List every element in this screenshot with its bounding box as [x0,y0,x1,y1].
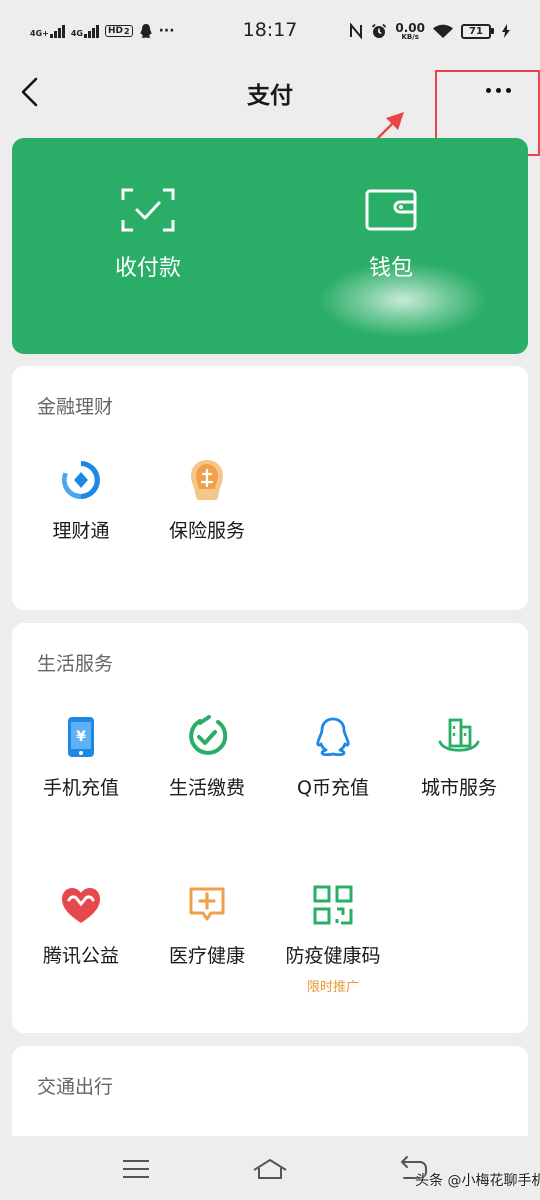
navigation-bar: 支付 [0,62,540,122]
medical-label: 医疗健康 [168,945,245,967]
back-button[interactable] [14,74,50,110]
charity-item[interactable]: 腾讯公益 [18,883,144,968]
home-icon [253,1159,287,1179]
hd-number: 2 [124,26,130,36]
licaitong-icon [61,461,100,500]
home-button[interactable] [250,1154,290,1184]
utility-payment-item[interactable]: 生活缴费 [144,715,270,800]
battery-icon: 71 [461,23,494,39]
city-service-label: 城市服务 [420,777,497,799]
licaitong-label: 理财通 [52,520,110,542]
speed-value: 0.00 [395,20,425,35]
wallet-button[interactable]: 钱包 [291,188,491,282]
phone-recharge-icon: ¥ [68,717,94,757]
wallet-label: 钱包 [368,256,413,281]
network-speed: 0.00 KB/s [395,22,425,41]
charging-icon [502,24,510,38]
qcoin-item[interactable]: Q币充值 [270,715,396,800]
signal-bars-icon [49,24,65,38]
sim1-label: 4G+ [30,29,49,38]
section-title: 生活服务 [37,653,114,675]
promotion-tag: 限时推广 [306,980,359,995]
dot [505,87,511,93]
menu-icon [123,1160,149,1178]
speed-unit: KB/s [401,32,419,41]
qcoin-icon [316,717,350,757]
status-bar: 4G+ 4G HD 2 ··· 18:17 0.00 KB/s 71 [0,0,540,62]
receive-pay-label: 收付款 [114,256,181,281]
charity-label: 腾讯公益 [42,945,119,967]
city-service-icon [438,718,480,752]
dot [495,87,501,93]
health-code-icon [313,885,353,925]
battery-tip [491,28,494,34]
medical-item[interactable]: 医疗健康 [144,883,270,968]
hd-label: HD [107,26,123,36]
page-title: 支付 [247,83,293,109]
insurance-icon [191,460,223,500]
menu-button[interactable] [116,1154,156,1184]
back-arrow-icon [21,77,38,107]
utility-payment-icon [189,715,228,755]
dot [485,87,491,93]
more-notifications: ··· [158,23,175,39]
utility-payment-label: 生活缴费 [168,777,245,799]
battery-level: 71 [461,23,491,39]
health-code-label: 防疫健康码 [285,945,381,967]
signal-bars-icon [83,24,99,38]
wallet-icon [365,189,417,231]
svg-text:¥: ¥ [76,729,86,745]
signal-1: 4G+ [30,24,65,38]
licaitong-item[interactable]: 理财通 [18,458,144,543]
receive-pay-button[interactable]: 收付款 [48,188,248,282]
nfc-icon [350,23,363,39]
health-code-item[interactable]: 防疫健康码 限时推广 [270,883,396,995]
status-left: 4G+ 4G HD 2 ··· [30,23,175,39]
medical-icon [189,887,225,921]
signal-2: 4G [71,24,99,38]
alarm-icon [372,23,387,38]
scan-check-icon [121,188,175,232]
finance-section: 金融理财 理财通 保险服务 [12,366,528,610]
payment-card: 收付款 钱包 [12,138,528,354]
section-title: 金融理财 [37,396,114,418]
qcoin-label: Q币充值 [297,777,369,799]
hd-badge: HD 2 [104,25,133,37]
section-title: 交通出行 [37,1076,114,1098]
insurance-item[interactable]: 保险服务 [144,458,270,543]
status-right: 0.00 KB/s 71 [349,22,510,41]
sim2-label: 4G [70,29,83,38]
wifi-icon [433,24,453,38]
phone-recharge-item[interactable]: ¥ 手机充值 [18,715,144,800]
system-navigation-bar [0,1136,540,1200]
watermark: 头条 @小梅花聊手机 [415,1173,540,1189]
life-services-section: 生活服务 ¥ 手机充值 生活缴费 Q币充值 城市服务 腾讯公益 医疗健康 防疫健… [12,623,528,1033]
city-service-item[interactable]: 城市服务 [396,715,522,800]
charity-icon [62,888,100,923]
insurance-label: 保险服务 [168,520,245,542]
phone-recharge-label: 手机充值 [42,777,119,799]
more-options-button[interactable] [476,78,520,102]
qq-notification-icon [140,24,152,38]
